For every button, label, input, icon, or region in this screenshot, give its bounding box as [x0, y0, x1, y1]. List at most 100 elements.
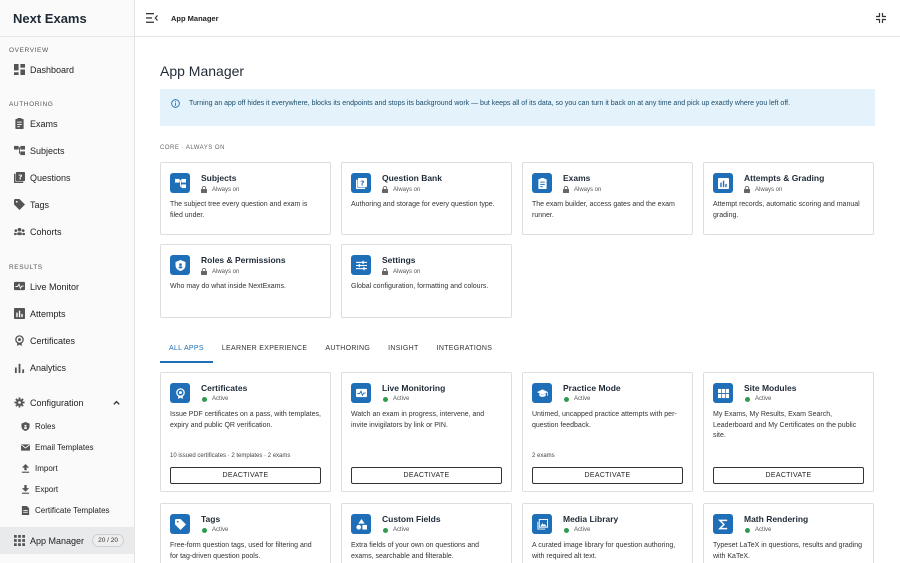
sidebar-item-label: Email Templates [35, 443, 94, 452]
deactivate-button[interactable]: DEACTIVATE [713, 467, 864, 484]
sidebar-item-questions[interactable]: ? Questions [0, 164, 134, 191]
core-app-card: Roles & Permissions Always on Who may do… [160, 244, 331, 318]
app-category-tabs: ALL APPS LEARNER EXPERIENCE AUTHORING IN… [160, 339, 501, 363]
deactivate-button[interactable]: DEACTIVATE [532, 467, 683, 484]
app-description: Typeset LaTeX in questions, results and … [713, 542, 863, 560]
sidebar-item-tags[interactable]: Tags [0, 191, 134, 218]
app-status: Active [393, 527, 410, 533]
sidebar-item-live-monitor[interactable]: Live Monitor [0, 273, 134, 300]
analytics-icon [13, 362, 25, 374]
exit-fullscreen-icon[interactable] [876, 13, 886, 23]
shapes-icon [351, 514, 371, 534]
sidebar-item-roles[interactable]: Roles [0, 416, 134, 437]
shield-icon [170, 255, 190, 275]
core-app-card: Attempts & Grading Always on Attempt rec… [703, 162, 874, 235]
app-name: Media Library [563, 514, 619, 524]
sidebar-item-analytics[interactable]: Analytics [0, 354, 134, 381]
menu-collapse-icon[interactable] [146, 13, 158, 23]
deactivate-button[interactable]: DEACTIVATE [170, 467, 321, 484]
group-icon [13, 226, 25, 238]
svg-text:?: ? [18, 172, 22, 181]
app-card-practice-mode: Practice Mode Active Untimed, uncapped p… [522, 372, 693, 492]
sidebar-item-email-templates[interactable]: Email Templates [0, 437, 134, 458]
app-card-live-monitoring: Live Monitoring Active Watch an exam in … [341, 372, 512, 492]
active-status-dot [383, 396, 388, 402]
active-status-dot [383, 527, 388, 533]
lock-icon [382, 268, 388, 275]
sidebar-item-export[interactable]: Export [0, 479, 134, 500]
app-description: Global configuration, formatting and col… [351, 283, 489, 290]
bar-chart-icon [713, 173, 733, 193]
app-card-site-modules: Site Modules Active My Exams, My Results… [703, 372, 874, 492]
app-status: Always on [212, 268, 240, 275]
app-status: Active [755, 396, 772, 402]
dashboard-icon [13, 64, 25, 76]
sidebar-item-configuration[interactable]: Configuration [0, 389, 134, 416]
tab-learner-experience[interactable]: LEARNER EXPERIENCE [213, 339, 317, 363]
sidebar-item-app-manager[interactable]: App Manager 20 / 20 [0, 527, 134, 554]
core-app-card: Settings Always on Global configuration,… [341, 244, 512, 318]
lock-icon [382, 186, 388, 193]
mortarboard-icon [532, 383, 552, 403]
tab-insight[interactable]: INSIGHT [379, 339, 428, 363]
app-name: Subjects [201, 173, 237, 183]
app-description: The exam builder, access gates and the e… [532, 201, 675, 219]
sidebar-item-label: Export [35, 485, 59, 494]
core-app-card: ? Question Bank Always on Authoring and … [341, 162, 512, 235]
sidebar-item-label: Certificates [30, 335, 76, 346]
tag-icon [13, 199, 25, 211]
app-status: Always on [574, 186, 602, 193]
app-description: Free-form question tags, used for filter… [170, 542, 312, 560]
tab-authoring[interactable]: AUTHORING [316, 339, 379, 363]
sidebar-item-certificates[interactable]: Certificates [0, 327, 134, 354]
sidebar-item-attempts[interactable]: Attempts [0, 300, 134, 327]
sidebar-item-certificate-templates[interactable]: Certificate Templates [0, 500, 134, 521]
sidebar: Next Exams OVERVIEW Dashboard AUTHORING … [0, 0, 135, 563]
apps-grid-icon [13, 535, 25, 547]
app-name: Custom Fields [382, 514, 441, 524]
app-card-custom-fields: Custom Fields Active Extra fields of you… [341, 503, 512, 563]
active-status-dot [202, 527, 207, 533]
app-status: Active [755, 527, 772, 533]
sidebar-item-label: Roles [35, 422, 56, 431]
sidebar-item-exams[interactable]: Exams [0, 110, 134, 137]
banner-text: Turning an app off hides it everywhere, … [189, 100, 791, 107]
app-description: Authoring and storage for every question… [351, 201, 495, 208]
active-status-dot [202, 396, 207, 402]
sidebar-item-dashboard[interactable]: Dashboard [0, 56, 134, 83]
info-icon [171, 99, 180, 108]
active-status-dot [745, 396, 750, 402]
app-name: Site Modules [744, 383, 797, 393]
monitor-icon [13, 281, 25, 293]
shield-icon [20, 422, 30, 432]
app-status: Active [574, 527, 591, 533]
sidebar-item-label: Configuration [30, 397, 84, 408]
chevron-up-icon[interactable] [112, 398, 121, 407]
sidebar-item-subjects[interactable]: Subjects [0, 137, 134, 164]
app-description: Who may do what inside NextExams. [170, 283, 286, 290]
sidebar-item-label: Cohorts [30, 226, 62, 237]
tree-icon [170, 173, 190, 193]
app-status: Active [212, 396, 229, 402]
app-description: The subject tree every question and exam… [170, 201, 308, 219]
app-status: Active [574, 396, 591, 402]
sidebar-item-cohorts[interactable]: Cohorts [0, 218, 134, 245]
tab-integrations[interactable]: INTEGRATIONS [428, 339, 502, 363]
app-description: Attempt records, automatic scoring and m… [713, 201, 860, 219]
svg-text:?: ? [360, 178, 364, 187]
app-card-tags: Tags Active Free-form question tags, use… [160, 503, 331, 563]
page-title: App Manager [160, 63, 245, 79]
sidebar-item-import[interactable]: Import [0, 458, 134, 479]
grid-icon [713, 383, 733, 403]
sliders-icon [351, 255, 371, 275]
app-description: My Exams, My Results, Exam Search, Leade… [713, 411, 857, 439]
breadcrumb: App Manager [171, 13, 219, 23]
app-description: Issue PDF certificates on a pass, with t… [170, 411, 321, 429]
core-app-card: Exams Always on The exam builder, access… [522, 162, 693, 235]
deactivate-button[interactable]: DEACTIVATE [351, 467, 502, 484]
lock-icon [201, 268, 207, 275]
tab-all-apps[interactable]: ALL APPS [160, 339, 213, 363]
core-app-card: Subjects Always on The subject tree ever… [160, 162, 331, 235]
app-name: Live Monitoring [382, 383, 446, 393]
brand-title: Next Exams [0, 0, 134, 37]
